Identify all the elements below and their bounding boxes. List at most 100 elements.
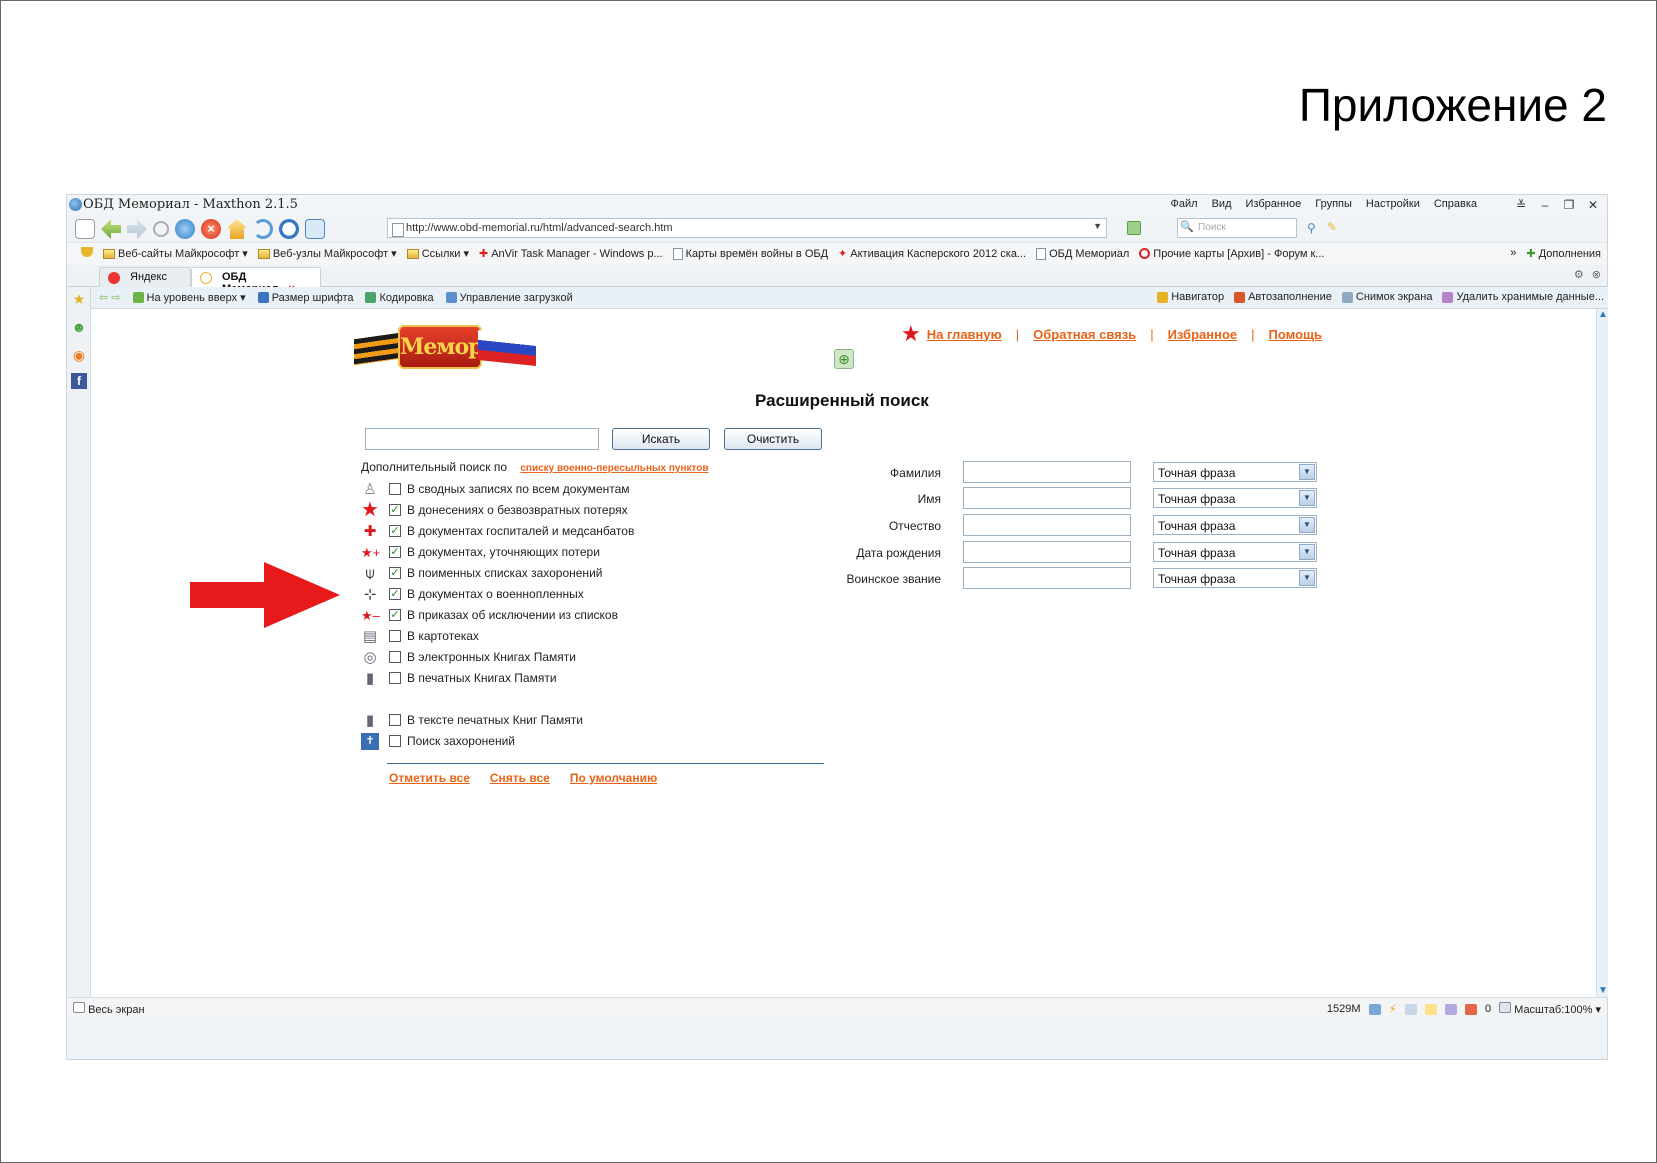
menu-settings[interactable]: Настройки [1366, 198, 1420, 210]
checkbox[interactable] [389, 714, 401, 726]
zoom-control[interactable]: Масштаб:100% ▾ [1499, 1002, 1601, 1016]
main-search-input[interactable] [365, 428, 599, 450]
home-icon[interactable] [227, 219, 247, 239]
level-up-button[interactable]: На уровень вверх ▾ [132, 291, 246, 304]
network-icon[interactable] [1404, 1003, 1417, 1015]
checkbox[interactable] [389, 651, 401, 663]
fullscreen-button[interactable]: Весь экран [73, 1002, 145, 1016]
window-list-icon[interactable] [305, 219, 325, 239]
list-item[interactable]: ♙ В сводных записях по всем документам [361, 479, 831, 500]
search-button[interactable]: Искать [612, 428, 710, 450]
fav-item[interactable]: Веб-сайты Майкрософт ▾ [103, 247, 248, 260]
checkbox[interactable]: ✓ [389, 588, 401, 600]
wrench-icon[interactable]: ⚙ [1574, 268, 1584, 281]
screenshot-button[interactable]: Снимок экрана [1341, 291, 1432, 303]
highlight-pen-icon[interactable]: ✎ [1327, 220, 1337, 234]
patronymic-field[interactable] [963, 514, 1131, 536]
history-circle-icon[interactable] [153, 221, 169, 237]
menu-favorites[interactable]: Избранное [1246, 198, 1302, 210]
checkbox[interactable] [389, 483, 401, 495]
checkbox[interactable]: ✓ [389, 567, 401, 579]
link-feedback[interactable]: Обратная связь [1033, 327, 1136, 342]
more-favorites-icon[interactable]: » [1510, 247, 1516, 260]
checkbox[interactable]: ✓ [389, 546, 401, 558]
checkbox[interactable]: ✓ [389, 609, 401, 621]
patronymic-mode-select[interactable]: Точная фраза ▼ [1153, 515, 1317, 535]
navigator-button[interactable]: Навигатор [1157, 291, 1224, 303]
rss-icon[interactable]: ◉ [71, 347, 87, 363]
list-item[interactable]: ★ ✓ В донесениях о безвозвратных потерях [361, 500, 831, 521]
encoding-button[interactable]: Кодировка [365, 291, 434, 304]
clock-icon[interactable] [279, 219, 299, 239]
lightning-icon[interactable]: ⚡ [1389, 1002, 1397, 1016]
shield-icon[interactable] [81, 247, 93, 257]
fav-item[interactable]: ✚ AnVir Task Manager - Windows p... [479, 247, 663, 261]
add-icon[interactable]: ⊕ [834, 349, 854, 369]
close-all-icon[interactable]: ⊗ [1592, 268, 1601, 281]
surname-mode-select[interactable]: Точная фраза ▼ [1153, 462, 1317, 482]
list-item[interactable]: ✝ Поиск захоронений [361, 731, 831, 752]
memorial-logo[interactable]: Мемориал [354, 319, 540, 375]
font-size-button[interactable]: Размер шрифта [257, 291, 353, 304]
select-all-link[interactable]: Отметить все [389, 771, 470, 785]
menu-help[interactable]: Справка [1434, 198, 1477, 210]
rank-mode-select[interactable]: Точная фраза ▼ [1153, 568, 1317, 588]
list-item[interactable]: ✚ ✓ В документах госпиталей и медсанбато… [361, 521, 831, 542]
chevron-down-icon[interactable]: ▼ [1093, 221, 1102, 231]
facebook-icon[interactable]: f [71, 373, 87, 389]
list-item[interactable]: ⊹ ✓ В документах о военнопленных [361, 584, 831, 605]
popup-blocker-icon[interactable] [1464, 1003, 1477, 1015]
fav-item[interactable]: Ссылки ▾ [406, 247, 469, 260]
new-page-icon[interactable] [75, 219, 95, 239]
list-item[interactable]: ▤ В картотеках [361, 626, 831, 647]
autofill-button[interactable]: Автозаполнение [1234, 291, 1332, 303]
birthdate-field[interactable] [963, 541, 1131, 563]
checkbox[interactable] [389, 630, 401, 642]
menu-file[interactable]: Файл [1171, 198, 1198, 210]
folder-status-icon[interactable] [1424, 1003, 1437, 1015]
deselect-all-link[interactable]: Снять все [490, 771, 550, 785]
restore-icon[interactable]: ❐ [1559, 196, 1579, 212]
favorites-star-icon[interactable]: ★ [71, 291, 87, 307]
fav-item[interactable]: Прочие карты [Архив] - Форум к... [1139, 247, 1324, 260]
list-item[interactable]: ◎ В электронных Книгах Памяти [361, 647, 831, 668]
addons-link[interactable]: ✚ Дополнения [1526, 247, 1601, 260]
link-home[interactable]: На главную [927, 327, 1002, 342]
list-item[interactable]: ⍦ ✓ В поименных списках захоронений [361, 563, 831, 584]
checkbox[interactable]: ✓ [389, 504, 401, 516]
name-mode-select[interactable]: Точная фраза ▼ [1153, 488, 1317, 508]
list-item[interactable]: ★+ ✓ В документах, уточняющих потери [361, 542, 831, 563]
fav-item[interactable]: Карты времён войны в ОБД [672, 247, 828, 260]
scroll-up-icon[interactable]: ▲ [1597, 309, 1609, 321]
list-item[interactable]: ▮ В тексте печатных Книг Памяти [361, 710, 831, 731]
search-icon[interactable]: ⚲ [1307, 221, 1316, 235]
tab-yandex[interactable]: Яндекс [99, 267, 191, 287]
minimize-icon[interactable]: – [1535, 196, 1555, 212]
link-help[interactable]: Помощь [1269, 327, 1322, 342]
back-small-icon[interactable]: ⇦ ⇨ [99, 291, 121, 304]
go-icon[interactable] [1127, 221, 1141, 235]
back-icon[interactable] [101, 219, 121, 239]
checkbox[interactable]: ✓ [389, 525, 401, 537]
checkbox[interactable] [389, 672, 401, 684]
list-item[interactable]: ★– ✓ В приказах об исключении из списков [361, 605, 831, 626]
clear-button[interactable]: Очистить [724, 428, 822, 450]
menu-groups[interactable]: Группы [1315, 198, 1352, 210]
checkbox[interactable] [389, 735, 401, 747]
list-item[interactable]: ▮ В печатных Книгах Памяти [361, 668, 831, 689]
clear-data-button[interactable]: Удалить хранимые данные... [1442, 291, 1604, 303]
surname-field[interactable] [963, 461, 1131, 483]
menu-view[interactable]: Вид [1212, 198, 1232, 210]
contacts-icon[interactable]: ☻ [71, 319, 87, 335]
download-status-icon[interactable] [1368, 1003, 1381, 1015]
stop-icon[interactable]: × [201, 219, 221, 239]
birthdate-mode-select[interactable]: Точная фраза ▼ [1153, 542, 1317, 562]
shield-status-icon[interactable] [1444, 1003, 1457, 1015]
fav-item[interactable]: ✦ Активация Касперского 2012 ска... [838, 247, 1026, 261]
vertical-scrollbar[interactable]: ▲ ▼ [1596, 309, 1608, 997]
fav-item[interactable]: ОБД Мемориал [1036, 247, 1129, 260]
close-icon[interactable]: ✕ [1583, 196, 1603, 212]
forward-icon[interactable] [127, 219, 147, 239]
refresh-icon[interactable] [175, 219, 195, 239]
undo-close-icon[interactable] [253, 219, 273, 239]
